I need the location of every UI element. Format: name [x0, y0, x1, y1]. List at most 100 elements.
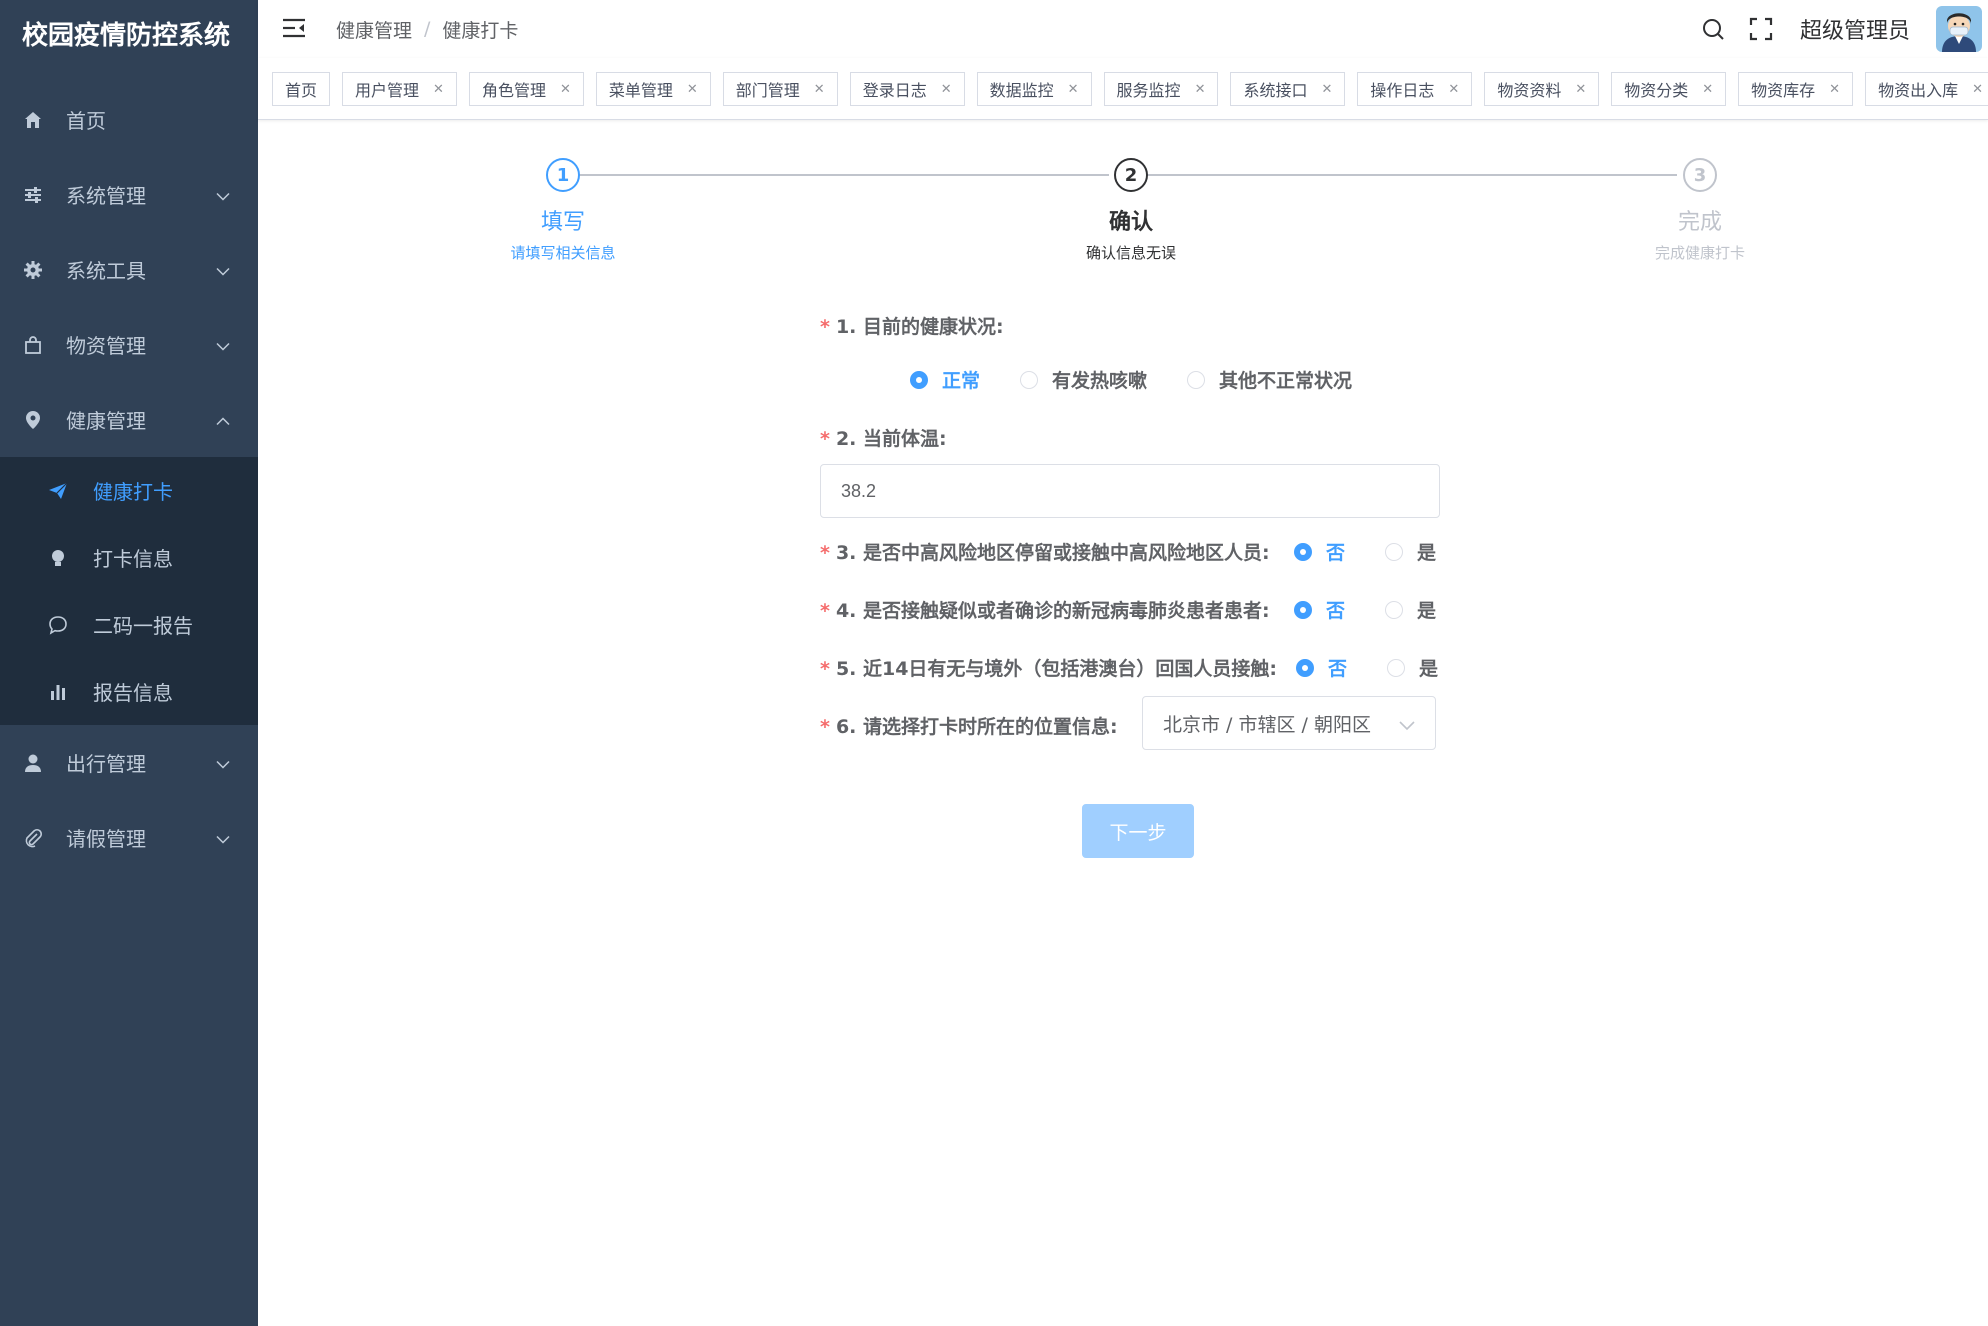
step-description: 完成健康打卡 [1654, 244, 1745, 262]
sidebar-item-label: 二码一报告 [93, 614, 193, 638]
chevron-up-icon [216, 410, 230, 429]
sidebar-item-system-manage[interactable]: 系统管理 [0, 157, 258, 232]
radio-dot [1187, 370, 1205, 389]
tag-operation-log[interactable]: 操作日志 ✕ [1357, 72, 1473, 106]
radio-dot [1020, 370, 1038, 389]
radio-risk-area-no[interactable]: 否 [1294, 538, 1345, 565]
radio-contact-patient-yes[interactable]: 是 [1385, 596, 1436, 623]
radio-dot [1294, 542, 1312, 561]
hamburger-menu-icon[interactable] [280, 14, 308, 42]
question-label: 5. 近14日有无与境外（包括港澳台）回国人员接触: [835, 658, 1278, 680]
tag-supplies-category[interactable]: 物资分类 ✕ [1611, 72, 1727, 106]
sidebar-item-supplies[interactable]: 物资管理 [0, 307, 258, 382]
close-icon[interactable]: ✕ [1829, 82, 1840, 97]
required-mark: * [820, 316, 830, 338]
tag-menu-manage[interactable]: 菜单管理 ✕ [595, 72, 711, 106]
required-mark: * [820, 542, 830, 564]
radio-label: 否 [1328, 658, 1348, 680]
sidebar-item-label: 打卡信息 [93, 547, 173, 571]
sidebar-item-label: 首页 [66, 109, 106, 133]
radio-label: 是 [1417, 600, 1437, 622]
bag-icon [22, 334, 44, 356]
close-icon[interactable]: ✕ [941, 82, 952, 97]
sidebar: 校园疫情防控系统 首页 系统管理 系统工具 物资管理 健康管理 健康打卡 打卡信… [0, 0, 258, 1326]
tag-supplies-stock[interactable]: 物资库存 ✕ [1738, 72, 1854, 106]
tag-label: 系统接口 [1243, 81, 1308, 100]
tag-label: 首页 [285, 81, 318, 100]
radio-label: 否 [1326, 600, 1346, 622]
radio-dot [1387, 658, 1405, 677]
radio-contact-patient-no[interactable]: 否 [1294, 596, 1345, 623]
close-icon[interactable]: ✕ [1448, 82, 1459, 97]
sidebar-item-report-info[interactable]: 报告信息 [0, 658, 258, 725]
radio-overseas-contact-no[interactable]: 否 [1296, 654, 1347, 681]
sidebar-item-label: 健康打卡 [93, 480, 173, 504]
tag-role-manage[interactable]: 角色管理 ✕ [468, 72, 584, 106]
fullscreen-icon[interactable] [1748, 16, 1774, 42]
radio-dot [1385, 542, 1403, 561]
question-location: * 6. 请选择打卡时所在的位置信息: [820, 712, 1118, 739]
question-contact-patient: * 4. 是否接触疑似或者确诊的新冠病毒肺炎患者患者: [820, 596, 1270, 623]
close-icon[interactable]: ✕ [1321, 82, 1332, 97]
close-icon[interactable]: ✕ [433, 82, 444, 97]
sidebar-item-health[interactable]: 健康管理 [0, 382, 258, 457]
sidebar-item-system-tools[interactable]: 系统工具 [0, 232, 258, 307]
location-cascader[interactable]: 北京市 / 市辖区 / 朝阳区 [1142, 696, 1436, 750]
step-confirm: 2 确认 确认信息无误 [1011, 158, 1251, 263]
breadcrumb-item-health[interactable]: 健康管理 [336, 16, 412, 43]
close-icon[interactable]: ✕ [814, 82, 825, 97]
radio-risk-area-yes[interactable]: 是 [1385, 538, 1436, 565]
sidebar-item-label: 系统管理 [66, 184, 146, 208]
sidebar-item-two-code-report[interactable]: 二码一报告 [0, 591, 258, 658]
tag-dept-manage[interactable]: 部门管理 ✕ [722, 72, 838, 106]
tag-login-log[interactable]: 登录日志 ✕ [849, 72, 965, 106]
radio-health-fever[interactable]: 有发热咳嗽 [1020, 366, 1147, 393]
close-icon[interactable]: ✕ [1068, 82, 1079, 97]
close-icon[interactable]: ✕ [560, 82, 571, 97]
sidebar-item-home[interactable]: 首页 [0, 82, 258, 157]
paperclip-icon [22, 827, 44, 849]
close-icon[interactable]: ✕ [1575, 82, 1586, 97]
radio-label: 是 [1419, 658, 1439, 680]
close-icon[interactable]: ✕ [1702, 82, 1713, 97]
tag-label: 物资分类 [1624, 81, 1689, 100]
close-icon[interactable]: ✕ [687, 82, 698, 97]
tag-service-monitor[interactable]: 服务监控 ✕ [1103, 72, 1219, 106]
tag-data-monitor[interactable]: 数据监控 ✕ [976, 72, 1092, 106]
tag-home[interactable]: 首页 [272, 72, 331, 106]
sidebar-item-label: 健康管理 [66, 409, 146, 433]
tag-supplies-info[interactable]: 物资资料 ✕ [1484, 72, 1600, 106]
avatar[interactable] [1936, 6, 1982, 52]
sliders-icon [22, 184, 44, 206]
tag-system-api[interactable]: 系统接口 ✕ [1230, 72, 1346, 106]
radio-overseas-contact-yes[interactable]: 是 [1387, 654, 1438, 681]
close-icon[interactable]: ✕ [1972, 82, 1983, 97]
radio-label: 其他不正常状况 [1219, 370, 1353, 392]
tag-user-manage[interactable]: 用户管理 ✕ [342, 72, 457, 106]
sidebar-item-travel[interactable]: 出行管理 [0, 725, 258, 800]
username[interactable]: 超级管理员 [1800, 13, 1910, 45]
tag-label: 角色管理 [481, 81, 546, 100]
question-overseas-contact: * 5. 近14日有无与境外（包括港澳台）回国人员接触: [820, 654, 1277, 681]
home-icon [22, 109, 44, 131]
radio-health-normal[interactable]: 正常 [910, 366, 980, 393]
step-complete: 3 完成 完成健康打卡 [1580, 158, 1820, 263]
search-icon[interactable] [1700, 16, 1726, 42]
tag-supplies-inout[interactable]: 物资出入库 ✕ [1865, 72, 1988, 106]
question-label: 1. 目前的健康状况: [835, 316, 1004, 338]
tags-view: 首页 用户管理 ✕ 角色管理 ✕ 菜单管理 ✕ 部门管理 ✕ 登录日志 ✕ 数据监控 ✕ 服… [258, 58, 1988, 120]
tag-label: 部门管理 [735, 81, 800, 100]
close-icon[interactable]: ✕ [1195, 82, 1206, 97]
temperature-value: 38.2 [841, 480, 877, 501]
required-mark: * [820, 716, 830, 738]
next-step-button[interactable]: 下一步 [1082, 804, 1194, 858]
sidebar-item-checkin-info[interactable]: 打卡信息 [0, 524, 258, 591]
temperature-input[interactable]: 38.2 [820, 464, 1440, 518]
sidebar-item-health-checkin[interactable]: 健康打卡 [0, 457, 258, 524]
radio-health-other[interactable]: 其他不正常状况 [1187, 366, 1352, 393]
question-label: 6. 请选择打卡时所在的位置信息: [835, 716, 1118, 738]
tag-label: 菜单管理 [608, 81, 673, 100]
question-risk-area: * 3. 是否中高风险地区停留或接触中高风险地区人员: [820, 538, 1270, 565]
app-logo-title: 校园疫情防控系统 [22, 21, 231, 51]
sidebar-item-leave[interactable]: 请假管理 [0, 800, 258, 875]
